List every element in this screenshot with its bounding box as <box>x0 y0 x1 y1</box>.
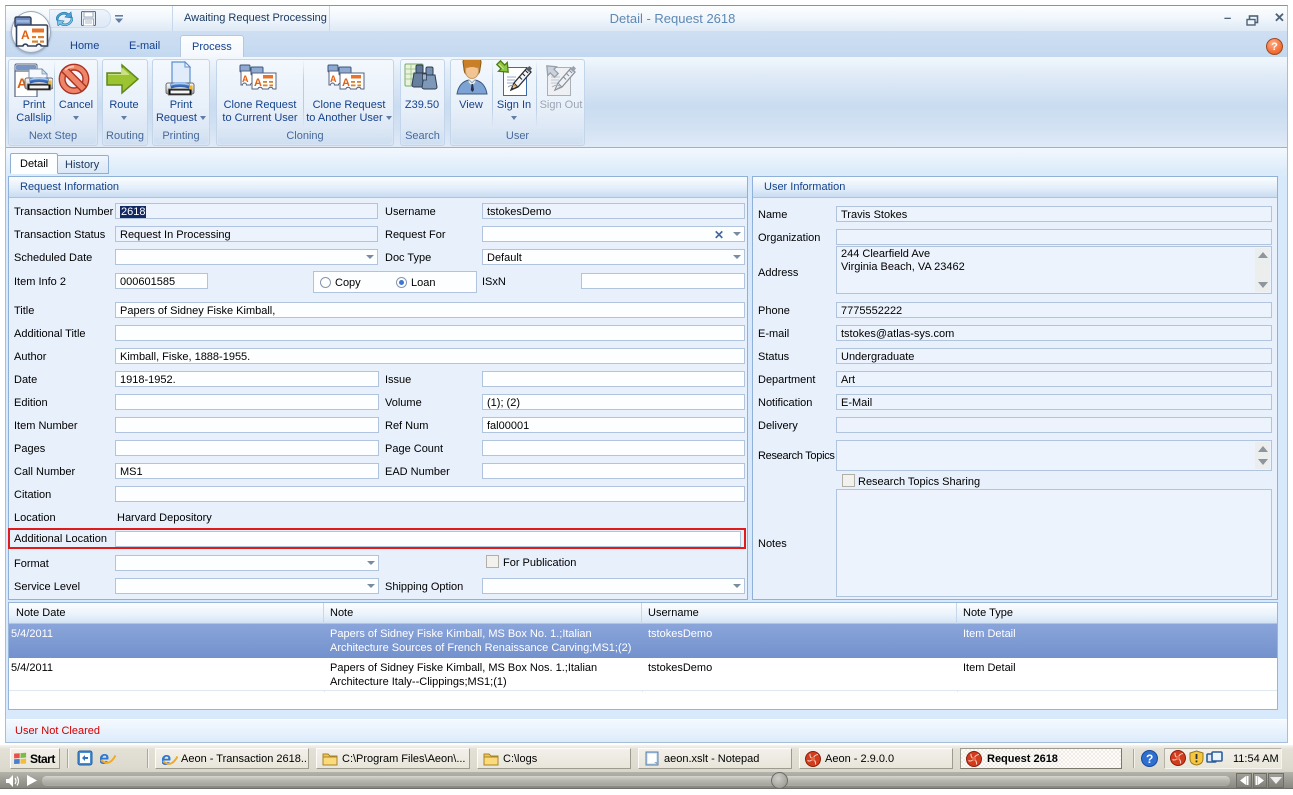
svg-text:?: ? <box>1146 752 1153 766</box>
svg-text:A: A <box>21 28 30 42</box>
